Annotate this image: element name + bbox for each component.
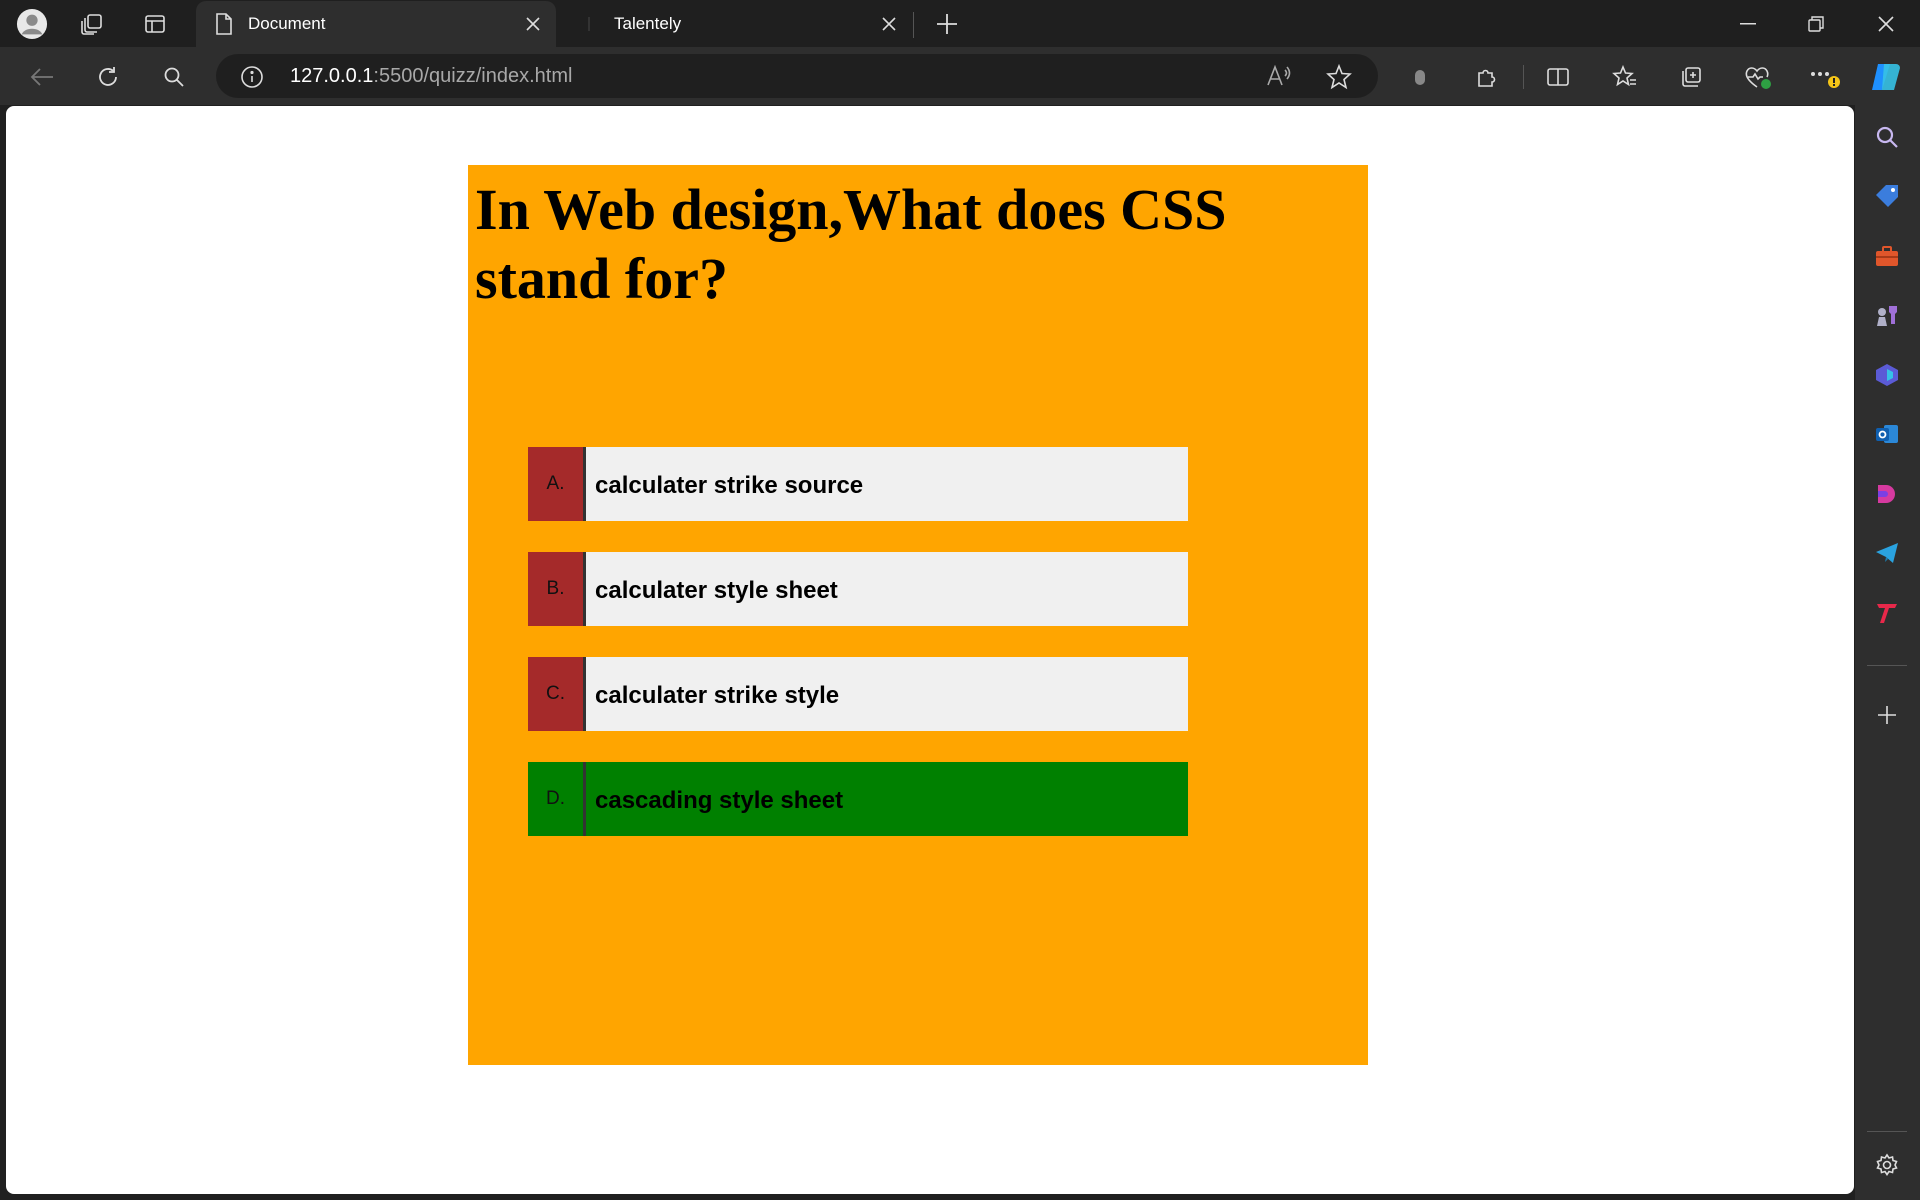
option-letter: C. (528, 657, 586, 731)
tab-title: Document (248, 14, 326, 33)
url-text[interactable]: 127.0.0.1:5500/quizz/index.html (290, 65, 572, 88)
sidebar-tools-button[interactable] (1869, 238, 1905, 274)
tab-actions-button[interactable] (139, 8, 171, 40)
paper-plane-icon (1876, 543, 1898, 563)
designer-icon (1878, 485, 1895, 503)
search-icon (164, 67, 184, 87)
extension-button[interactable] (1402, 59, 1438, 95)
option-text: calculater style sheet (595, 577, 838, 604)
address-bar[interactable]: 127.0.0.1:5500/quizz/index.html (216, 54, 1378, 98)
more-icon (1811, 72, 1840, 88)
tab-document[interactable]: Document (196, 1, 556, 47)
sidebar-add-button[interactable] (1869, 697, 1905, 733)
sidebar-shopping-button[interactable] (1869, 178, 1905, 214)
split-screen-button[interactable] (1540, 59, 1576, 95)
option-c[interactable]: C. calculater strike style (528, 657, 1188, 731)
copilot-button[interactable] (1868, 59, 1904, 95)
search-button[interactable] (156, 59, 192, 95)
page-viewport: In Web design,What does CSS stand for? A… (6, 106, 1854, 1194)
extensions-button[interactable] (1469, 59, 1505, 95)
extension-tiny-icon (1415, 70, 1425, 85)
close-icon (1878, 15, 1894, 32)
restore-icon (1808, 15, 1824, 32)
heart-pulse-icon (1745, 67, 1771, 89)
read-aloud-icon[interactable] (1266, 64, 1292, 92)
quiz-container: In Web design,What does CSS stand for? A… (468, 165, 1368, 1065)
url-host: 127.0.0.1 (290, 65, 374, 87)
tag-icon (1876, 185, 1898, 207)
option-letter: D. (528, 762, 586, 836)
refresh-button[interactable] (90, 59, 126, 95)
option-a[interactable]: A. calculater strike source (528, 447, 1188, 521)
sidebar-outlook-button[interactable] (1869, 416, 1905, 452)
sidebar-games-button[interactable] (1869, 297, 1905, 333)
settings-more-button[interactable] (1807, 59, 1843, 95)
browser-toolbar: 127.0.0.1:5500/quizz/index.html (0, 47, 1920, 105)
talentely-icon (1877, 604, 1897, 623)
refresh-icon (99, 67, 117, 86)
minimize-icon (1740, 22, 1756, 24)
info-icon[interactable] (240, 65, 264, 93)
plus-icon (937, 14, 957, 34)
tab-actions-icon (145, 15, 165, 33)
option-text: calculater strike style (595, 682, 840, 709)
sidebar-settings-button[interactable] (1869, 1147, 1905, 1183)
option-b[interactable]: B. calculater style sheet (528, 552, 1188, 626)
sidebar-copilot-button[interactable] (1869, 357, 1905, 393)
tab-bar: Document Talentely (0, 0, 1920, 47)
talentely-favicon (580, 12, 600, 36)
arrow-left-icon (30, 68, 53, 86)
tab-talentely[interactable]: Talentely (562, 1, 912, 47)
sidebar-talentely-button[interactable] (1869, 595, 1905, 631)
workspaces-button[interactable] (76, 8, 108, 40)
question-heading: In Web design,What does CSS stand for? (475, 177, 1227, 311)
option-letter: B. (528, 552, 586, 626)
tab-title: Talentely (614, 14, 682, 33)
copilot-icon (1876, 364, 1898, 386)
new-tab-button[interactable] (931, 8, 963, 40)
url-path: :5500/quizz/index.html (373, 65, 573, 87)
sidebar-search-button[interactable] (1869, 119, 1905, 155)
toolbox-icon (1876, 246, 1898, 266)
close-window-button[interactable] (1852, 0, 1920, 47)
option-d[interactable]: D. cascading style sheet (528, 762, 1188, 836)
sidebar-designer-button[interactable] (1869, 476, 1905, 512)
workspaces-icon (81, 14, 102, 35)
close-tab-icon[interactable] (516, 7, 550, 41)
close-tab-icon[interactable] (872, 7, 906, 41)
sidebar-divider (1867, 665, 1907, 666)
collections-icon (1682, 67, 1701, 87)
gear-icon (1876, 1153, 1898, 1176)
favorites-button[interactable] (1607, 59, 1643, 95)
favorite-star-icon[interactable] (1326, 63, 1352, 94)
outlook-icon (1876, 425, 1898, 443)
copilot-icon (1872, 64, 1900, 90)
favorites-icon (1612, 65, 1636, 87)
search-icon (1876, 126, 1898, 148)
toolbar-divider (1523, 65, 1524, 89)
split-screen-icon (1547, 68, 1569, 86)
edge-sidebar (1855, 105, 1920, 1200)
puzzle-icon (1478, 69, 1496, 87)
collections-button[interactable] (1673, 59, 1709, 95)
document-icon (214, 12, 234, 36)
sidebar-divider (1867, 1131, 1907, 1132)
plus-icon (1878, 706, 1896, 724)
option-text: cascading style sheet (595, 787, 844, 814)
back-button[interactable] (24, 59, 60, 95)
option-text: calculater strike source (595, 472, 864, 499)
chess-icon (1877, 306, 1897, 326)
browser-essentials-button[interactable] (1740, 59, 1776, 95)
sidebar-telegram-button[interactable] (1869, 535, 1905, 571)
profile-icon (16, 8, 48, 40)
tab-divider (913, 12, 914, 38)
option-letter: A. (528, 447, 586, 521)
profile-avatar[interactable] (16, 8, 48, 40)
minimize-button[interactable] (1714, 0, 1782, 47)
restore-button[interactable] (1782, 0, 1850, 47)
